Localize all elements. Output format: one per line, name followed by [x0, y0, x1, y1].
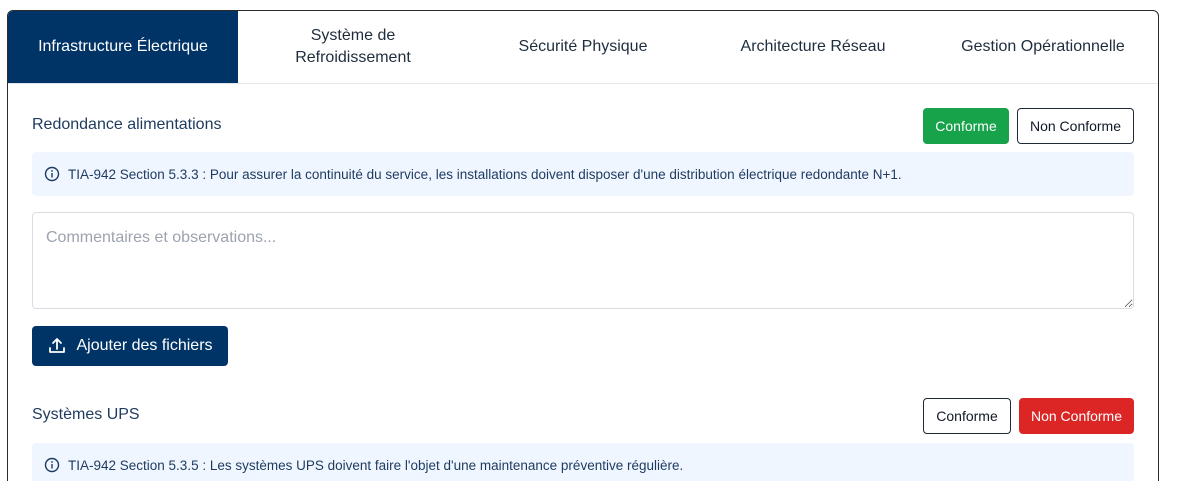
tab-securite-physique[interactable]: Sécurité Physique — [468, 11, 698, 83]
info-note: TIA-942 Section 5.3.5 : Les systèmes UPS… — [32, 443, 1134, 481]
info-note: TIA-942 Section 5.3.3 : Pour assurer la … — [32, 152, 1134, 196]
non-conforme-button[interactable]: Non Conforme — [1017, 108, 1134, 144]
conforme-button[interactable]: Conforme — [923, 108, 1009, 144]
section-title-ups: Systèmes UPS — [32, 406, 140, 423]
tab-architecture-reseau[interactable]: Architecture Réseau — [698, 11, 928, 83]
info-text: TIA-942 Section 5.3.3 : Pour assurer la … — [68, 166, 902, 182]
comment-textarea[interactable] — [32, 212, 1134, 309]
tab-gestion-operationnelle[interactable]: Gestion Opérationnelle — [928, 11, 1158, 83]
info-circle-icon — [44, 166, 60, 182]
info-circle-icon — [44, 457, 60, 473]
non-conforme-button[interactable]: Non Conforme — [1019, 398, 1134, 434]
conforme-button[interactable]: Conforme — [923, 398, 1011, 434]
tab-systeme-refroidissement[interactable]: Système de Refroidissement — [238, 11, 468, 83]
tab-infrastructure-electrique[interactable]: Infrastructure Électrique — [8, 11, 238, 83]
section-title-redondance: Redondance alimentations — [32, 116, 222, 133]
info-text: TIA-942 Section 5.3.5 : Les systèmes UPS… — [68, 457, 684, 473]
upload-icon — [47, 336, 67, 356]
add-files-label: Ajouter des fichiers — [76, 337, 213, 354]
tab-bar: Infrastructure Électrique Système de Ref… — [8, 11, 1158, 84]
add-files-button[interactable]: Ajouter des fichiers — [32, 326, 228, 366]
